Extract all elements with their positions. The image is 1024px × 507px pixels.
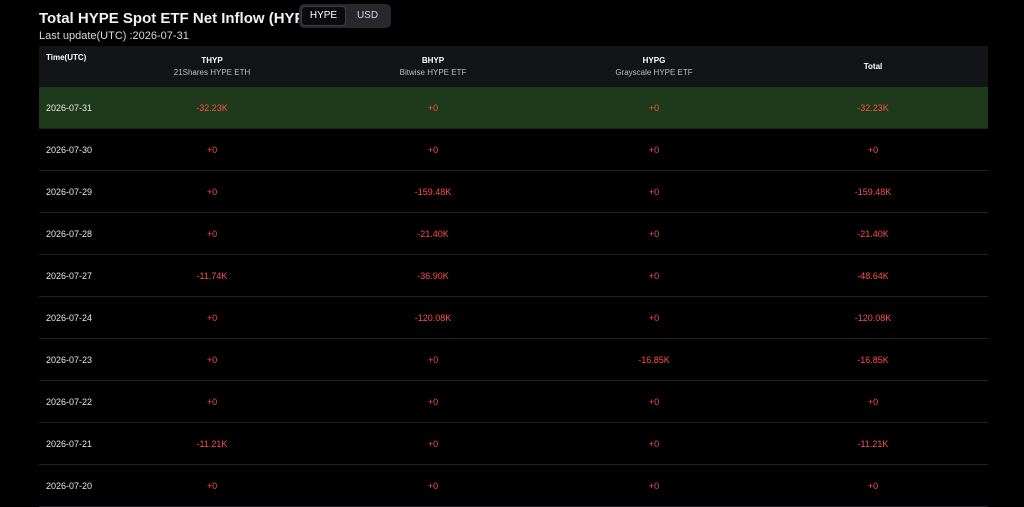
row-hypg-value: +0	[648, 187, 660, 197]
row-date: 2026-07-22	[46, 397, 93, 407]
row-bhyp-value: +0	[427, 355, 439, 365]
column-code: THYP	[201, 56, 223, 65]
row-bhyp-value: +0	[427, 481, 439, 491]
row-date: 2026-07-20	[46, 481, 93, 491]
column-subtitle: Grayscale HYPE ETF	[615, 68, 693, 77]
row-date: 2026-07-28	[46, 229, 93, 239]
column-header-bhyp: BHYP Bitwise HYPE ETF	[384, 46, 482, 87]
row-thyp-value: +0	[206, 397, 218, 407]
row-thyp-value: +0	[206, 355, 218, 365]
unit-toggle: HYPE USD	[299, 4, 391, 28]
row-total-value: -21.40K	[857, 229, 889, 239]
row-bhyp-value: -120.08K	[414, 313, 452, 323]
table-row: 2026-07-20 +0 +0 +0 +0	[39, 465, 988, 507]
row-date: 2026-07-27	[46, 271, 93, 281]
table-row: 2026-07-21 -11.21K +0 +0 -11.21K	[39, 423, 988, 465]
row-bhyp-value: +0	[427, 103, 439, 113]
row-hypg-value: +0	[648, 145, 660, 155]
row-total-value: -32.23K	[857, 103, 889, 113]
row-hypg-value: -16.85K	[638, 355, 670, 365]
row-date: 2026-07-30	[46, 145, 93, 155]
row-total-value: -11.21K	[857, 439, 889, 449]
table-row: 2026-07-28 +0 -21.40K +0 -21.40K	[39, 213, 988, 255]
row-bhyp-value: +0	[427, 145, 439, 155]
column-header-total: Total	[824, 46, 922, 87]
row-hypg-value: +0	[648, 397, 660, 407]
row-total-value: +0	[867, 481, 879, 491]
row-total-value: -159.48K	[854, 187, 892, 197]
toggle-hype-button[interactable]: HYPE	[301, 6, 346, 26]
page-title: Total HYPE Spot ETF Net Inflow (HYPE)	[39, 10, 320, 27]
table-row: 2026-07-30 +0 +0 +0 +0	[39, 129, 988, 171]
row-thyp-value: +0	[206, 229, 218, 239]
column-header-time: Time(UTC)	[46, 46, 136, 78]
row-thyp-value: +0	[206, 481, 218, 491]
row-total-value: +0	[867, 397, 879, 407]
column-code: BHYP	[421, 56, 445, 65]
row-total-value: -120.08K	[854, 313, 892, 323]
row-hypg-value: +0	[648, 313, 660, 323]
row-bhyp-value: +0	[427, 397, 439, 407]
etf-flow-table: Time(UTC) THYP 21Shares HYPE ETH BHYP Bi…	[39, 46, 988, 507]
row-bhyp-value: +0	[427, 439, 439, 449]
row-bhyp-value: -159.48K	[414, 187, 452, 197]
row-thyp-value: -32.23K	[196, 103, 228, 113]
row-hypg-value: +0	[648, 481, 660, 491]
table-header: Time(UTC) THYP 21Shares HYPE ETH BHYP Bi…	[39, 46, 988, 87]
row-thyp-value: +0	[206, 145, 218, 155]
row-hypg-value: +0	[648, 439, 660, 449]
table-row: 2026-07-22 +0 +0 +0 +0	[39, 381, 988, 423]
row-hypg-value: +0	[648, 271, 660, 281]
column-subtitle: 21Shares HYPE ETH	[173, 68, 251, 77]
column-subtitle: Bitwise HYPE ETF	[399, 68, 467, 77]
row-thyp-value: -11.74K	[196, 271, 228, 281]
row-thyp-value: +0	[206, 187, 218, 197]
row-date: 2026-07-24	[46, 313, 93, 323]
row-bhyp-value: -21.40K	[417, 229, 449, 239]
row-total-value: -48.64K	[857, 271, 889, 281]
row-bhyp-value: -36.90K	[417, 271, 449, 281]
row-date: 2026-07-23	[46, 355, 93, 365]
table-row: 2026-07-29 +0 -159.48K +0 -159.48K	[39, 171, 988, 213]
table-row: 2026-07-23 +0 +0 -16.85K -16.85K	[39, 339, 988, 381]
toggle-usd-button[interactable]: USD	[346, 6, 389, 26]
table-row: 2026-07-31 -32.23K +0 +0 -32.23K	[39, 87, 988, 129]
row-date: 2026-07-29	[46, 187, 93, 197]
table-body: 2026-07-31 -32.23K +0 +0 -32.23K 2026-07-30 +0…	[39, 87, 988, 507]
table-row: 2026-07-24 +0 -120.08K +0 -120.08K	[39, 297, 988, 339]
row-thyp-value: -11.21K	[196, 439, 228, 449]
row-total-value: -16.85K	[857, 355, 889, 365]
last-update-text: Last update(UTC) :2026-07-31	[39, 30, 189, 42]
row-hypg-value: +0	[648, 103, 660, 113]
column-code: Time(UTC)	[46, 53, 87, 62]
row-hypg-value: +0	[648, 229, 660, 239]
row-date: 2026-07-21	[46, 439, 93, 449]
row-thyp-value: +0	[206, 313, 218, 323]
column-header-thyp: THYP 21Shares HYPE ETH	[163, 46, 261, 87]
column-code: HYPG	[642, 56, 666, 65]
row-date: 2026-07-31	[46, 103, 93, 113]
row-total-value: +0	[867, 145, 879, 155]
column-code: Total	[863, 62, 883, 71]
table-row: 2026-07-27 -11.74K -36.90K +0 -48.64K	[39, 255, 988, 297]
column-header-hypg: HYPG Grayscale HYPE ETF	[605, 46, 703, 87]
